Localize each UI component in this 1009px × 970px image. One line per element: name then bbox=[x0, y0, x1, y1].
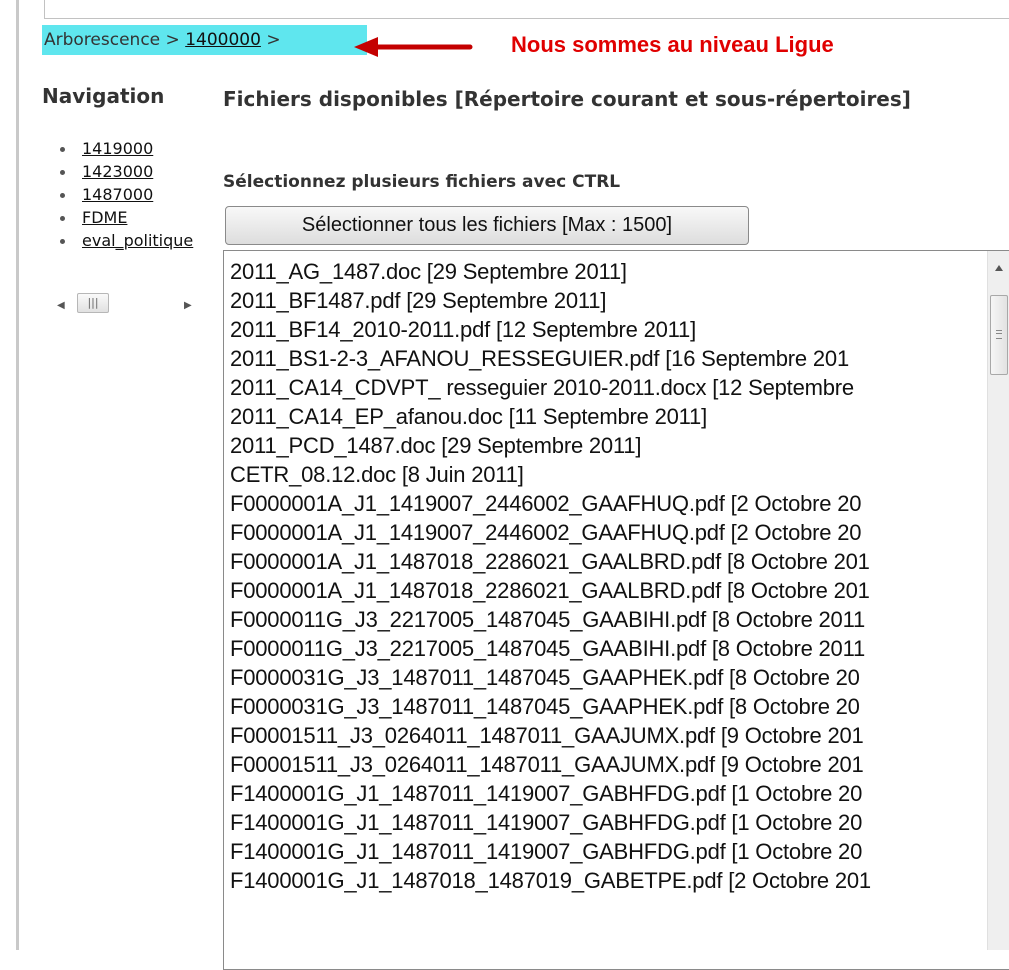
file-list-item[interactable]: 2011_CA14_CDVPT_ resseguier 2010-2011.do… bbox=[224, 373, 980, 402]
navigation-title: Navigation bbox=[42, 84, 165, 108]
file-list-item[interactable]: 2011_PCD_1487.doc [29 Septembre 2011] bbox=[224, 431, 980, 460]
file-list-item[interactable]: F00001511_J3_0264011_1487011_GAAJUMX.pdf… bbox=[224, 721, 980, 750]
file-list-item[interactable]: F0000011G_J3_2217005_1487045_GAABIHI.pdf… bbox=[224, 634, 980, 663]
scroll-up-icon[interactable] bbox=[995, 265, 1003, 271]
left-border bbox=[16, 0, 19, 950]
file-list: 2011_AG_1487.doc [29 Septembre 2011] 2011… bbox=[224, 257, 1009, 895]
navigation-horizontal-scrollbar[interactable]: ◀ ||| ▶ bbox=[57, 291, 197, 319]
select-all-files-button[interactable]: Sélectionner tous les fichiers [Max : 15… bbox=[225, 206, 749, 245]
file-list-item[interactable]: F1400001G_J1_1487011_1419007_GABHFDG.pdf… bbox=[224, 808, 980, 837]
file-list-item[interactable]: F0000001A_J1_1419007_2446002_GAAFHUQ.pdf… bbox=[224, 489, 980, 518]
file-list-item[interactable]: 2011_AG_1487.doc [29 Septembre 2011] bbox=[224, 257, 980, 286]
file-list-item[interactable]: F0000001A_J1_1419007_2446002_GAAFHUQ.pdf… bbox=[224, 518, 980, 547]
navigation-item: 1419000 bbox=[44, 137, 204, 160]
navigation-link-1419000[interactable]: 1419000 bbox=[82, 139, 153, 158]
file-listbox[interactable]: 2011_AG_1487.doc [29 Septembre 2011] 2011… bbox=[223, 250, 1009, 970]
scroll-left-icon[interactable]: ◀ bbox=[57, 300, 65, 311]
selection-hint: Sélectionnez plusieurs fichiers avec CTR… bbox=[223, 172, 621, 192]
navigation-link-1487000[interactable]: 1487000 bbox=[82, 185, 153, 204]
scroll-right-icon[interactable]: ▶ bbox=[184, 300, 192, 311]
breadcrumb: Arborescence > 1400000 > bbox=[42, 25, 367, 55]
navigation-link-1423000[interactable]: 1423000 bbox=[82, 162, 153, 181]
left-arrow-icon bbox=[354, 37, 473, 57]
scrollbar-thumb[interactable]: ||| bbox=[77, 293, 109, 313]
files-title: Fichiers disponibles [Répertoire courant… bbox=[223, 87, 911, 111]
annotation-text: Nous sommes au niveau Ligue bbox=[511, 32, 834, 57]
top-frame-rule bbox=[44, 18, 1009, 19]
top-frame-edge bbox=[44, 0, 45, 19]
breadcrumb-root: Arborescence bbox=[44, 30, 161, 50]
file-list-item[interactable]: 2011_BF14_2010-2011.pdf [12 Septembre 20… bbox=[224, 315, 980, 344]
navigation-link-eval-politique[interactable]: eval_politique bbox=[82, 231, 193, 250]
navigation-list: 1419000 1423000 1487000 FDME eval_politi… bbox=[44, 137, 204, 252]
breadcrumb-current-link[interactable]: 1400000 bbox=[185, 30, 261, 50]
file-list-item[interactable]: CETR_08.12.doc [8 Juin 2011] bbox=[224, 460, 980, 489]
file-list-item[interactable]: F1400001G_J1_1487011_1419007_GABHFDG.pdf… bbox=[224, 779, 980, 808]
file-list-vertical-scrollbar[interactable] bbox=[987, 251, 1009, 950]
breadcrumb-separator: > bbox=[266, 30, 281, 50]
file-list-item[interactable]: 2011_BF1487.pdf [29 Septembre 2011] bbox=[224, 286, 980, 315]
file-list-item[interactable]: F1400001G_J1_1487011_1419007_GABHFDG.pdf… bbox=[224, 837, 980, 866]
navigation-link-fdme[interactable]: FDME bbox=[82, 208, 127, 227]
file-list-item[interactable]: 2011_BS1-2-3_AFANOU_RESSEGUIER.pdf [16 S… bbox=[224, 344, 980, 373]
file-list-item[interactable]: F00001511_J3_0264011_1487011_GAAJUMX.pdf… bbox=[224, 750, 980, 779]
navigation-item: FDME bbox=[44, 206, 204, 229]
navigation-panel: 1419000 1423000 1487000 FDME eval_politi… bbox=[44, 137, 204, 267]
file-list-item[interactable]: F0000031G_J3_1487011_1487045_GAAPHEK.pdf… bbox=[224, 663, 980, 692]
file-list-item[interactable]: F0000031G_J3_1487011_1487045_GAAPHEK.pdf… bbox=[224, 692, 980, 721]
file-list-item[interactable]: F0000001A_J1_1487018_2286021_GAALBRD.pdf… bbox=[224, 547, 980, 576]
file-list-item[interactable]: F0000001A_J1_1487018_2286021_GAALBRD.pdf… bbox=[224, 576, 980, 605]
navigation-item: 1487000 bbox=[44, 183, 204, 206]
scrollbar-thumb[interactable] bbox=[990, 295, 1008, 375]
file-list-item[interactable]: F0000011G_J3_2217005_1487045_GAABIHI.pdf… bbox=[224, 605, 980, 634]
file-list-item[interactable]: 2011_CA14_EP_afanou.doc [11 Septembre 20… bbox=[224, 402, 980, 431]
navigation-item: eval_politique bbox=[44, 229, 204, 252]
file-list-item[interactable]: F1400001G_J1_1487018_1487019_GABETPE.pdf… bbox=[224, 866, 980, 895]
breadcrumb-separator: > bbox=[165, 30, 180, 50]
navigation-item: 1423000 bbox=[44, 160, 204, 183]
